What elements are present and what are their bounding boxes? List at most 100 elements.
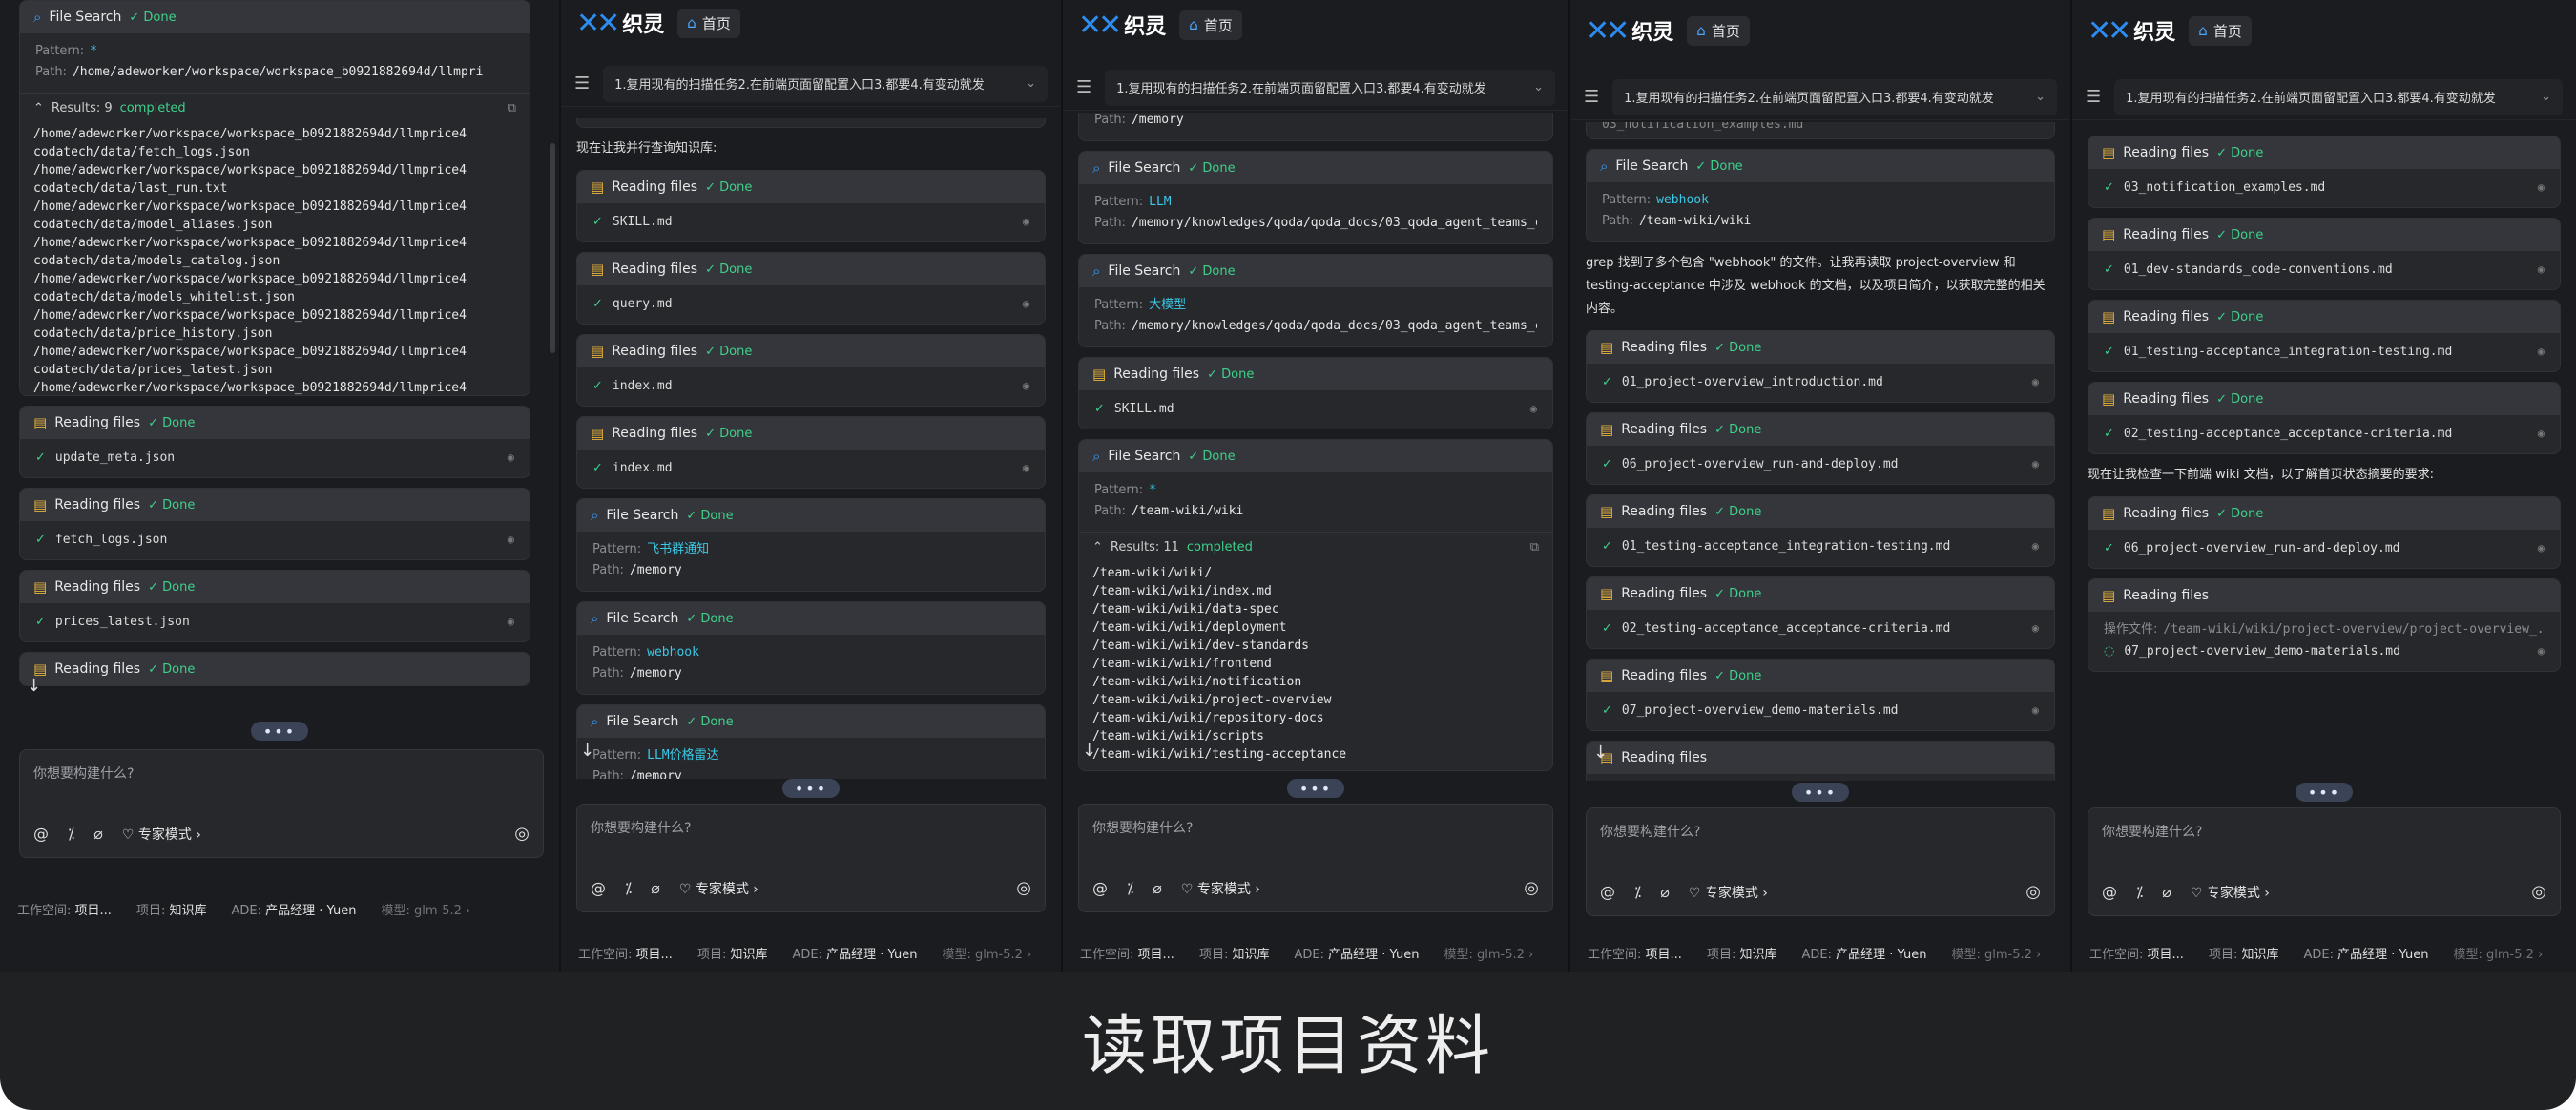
magic-icon[interactable]: ⁒ (1127, 879, 1133, 897)
magic-icon[interactable]: ⁒ (68, 825, 74, 843)
attach-icon[interactable]: ⌀ (1660, 883, 1670, 901)
file-search-card[interactable]: ⌕ File Search ✓ Done Pattern: webhook Path:/t… (1586, 149, 2055, 242)
reading-files-card[interactable]: ▤ Reading files ✓ Done ✓ fetch_logs.json ◉ (19, 488, 530, 560)
eye-icon[interactable]: ◉ (2032, 375, 2039, 388)
at-icon[interactable]: @ (1600, 883, 1615, 901)
expert-mode-button[interactable]: ♡ 专家模式 › (2191, 883, 2270, 902)
expert-mode-button[interactable]: ♡ 专家模式 › (1689, 883, 1768, 902)
eye-icon[interactable]: ◉ (508, 450, 514, 464)
file-search-card[interactable]: ⌕ File Search ✓ Done Pattern: LLM价格雷达 Path:/m… (576, 704, 1046, 779)
eye-icon[interactable]: ◉ (508, 533, 514, 546)
chat-input[interactable]: 你想要构建什么? @ ⁒ ⌀ ♡ 专家模式 › ◎ (576, 804, 1046, 912)
magic-icon[interactable]: ⁒ (1634, 883, 1641, 901)
send-icon[interactable]: ◎ (1524, 878, 1539, 898)
attach-icon[interactable]: ⌀ (2162, 883, 2171, 901)
more-dots[interactable]: ••• (251, 722, 308, 741)
eye-icon[interactable]: ◉ (2032, 703, 2039, 717)
more-dots[interactable]: ••• (782, 779, 840, 798)
reading-files-card[interactable]: ▤ Reading files ✓ Done (19, 652, 530, 686)
chat-input[interactable]: 你想要构建什么? @ ⁒ ⌀ ♡ 专家模式 › ◎ (2088, 807, 2561, 916)
chat-input[interactable]: 你想要构建什么? @ ⁒ ⌀ ♡ 专家模式 › ◎ (19, 749, 544, 858)
reading-files-card[interactable]: ▤ Reading files ✓ Done ✓ 01_testing-acceptan… (2088, 300, 2561, 372)
reading-files-card[interactable]: ▤ Reading files ✓ Done ✓ 01_dev-standards_co… (2088, 218, 2561, 290)
reading-files-card[interactable]: ▤ Reading files ✓ Done ✓ 03_notification_exa… (2088, 136, 2561, 208)
eye-icon[interactable]: ◉ (1530, 402, 1537, 415)
results-header[interactable]: ⌃ Results: 9 completed ⧉ (20, 93, 530, 123)
scroll-down-icon[interactable]: ↓ (27, 676, 41, 696)
reading-files-card[interactable]: ▤ Reading files ✓ Done ✓ 01_project-overview… (1586, 330, 2055, 403)
reading-files-card[interactable]: ▤ Reading files ✓ Done ✓ query.md ◉ (576, 252, 1046, 325)
attach-icon[interactable]: ⌀ (93, 825, 103, 843)
scroll-down-icon[interactable]: ↓ (1082, 741, 1096, 761)
eye-icon[interactable]: ◉ (2538, 427, 2545, 440)
reading-files-card[interactable]: ▤ Reading files ✓ Done ✓ SKILL.md ◉ (576, 170, 1046, 242)
reading-files-card[interactable]: ▤ Reading files ✓ Done ✓ 07_project-overview… (1586, 659, 2055, 731)
file-search-card[interactable]: ⌕ File Search ✓ Done Pattern: 飞书群通知 Path:/mem… (576, 498, 1046, 592)
eye-icon[interactable]: ◉ (2538, 541, 2545, 555)
home-tab[interactable]: ⌂ 首页 (1687, 15, 1750, 46)
reading-files-card[interactable]: ▤ Reading files ✓ Done ✓ 06_project-overview… (1586, 412, 2055, 485)
expert-mode-button[interactable]: ♡ 专家模式 › (1181, 879, 1260, 898)
reading-files-card[interactable]: ▤ Reading files ✓ Done ✓ 06_project-overview… (2088, 496, 2561, 569)
home-tab[interactable]: ⌂ 首页 (2189, 15, 2252, 46)
reading-files-card[interactable]: ▤ Reading files ✓ Done ✓ index.md ◉ (576, 416, 1046, 489)
reading-files-card[interactable]: ▤ Reading files ✓ Done ✓ prices_latest.json ◉ (19, 570, 530, 642)
copy-icon[interactable]: ⧉ (1530, 540, 1539, 555)
file-search-card[interactable]: ⌕ File Search ✓ Done Pattern: * Path:/home/… (19, 0, 530, 396)
send-icon[interactable]: ◎ (514, 824, 530, 844)
attach-icon[interactable]: ⌀ (1153, 879, 1162, 897)
reading-files-card[interactable]: ▤ Reading files ✓ Done ✓ index.md ◉ (576, 334, 1046, 407)
scrollbar[interactable] (550, 143, 555, 353)
send-icon[interactable]: ◎ (1016, 878, 1031, 898)
at-icon[interactable]: @ (591, 879, 606, 897)
send-icon[interactable]: ◎ (2025, 882, 2041, 902)
task-selector[interactable]: 1.复用现有的扫描任务2.在前端页面留配置入口3.都要4.有变动就发 ⌄ (1612, 78, 2057, 115)
more-dots[interactable]: ••• (1287, 779, 1344, 798)
home-tab[interactable]: ⌂ 首页 (677, 8, 740, 38)
reading-files-card[interactable]: ▤ Reading files 操作文件:/team-wiki/wiki/proje… (2088, 578, 2561, 672)
at-icon[interactable]: @ (2102, 883, 2117, 901)
attach-icon[interactable]: ⌀ (651, 879, 660, 897)
more-dots[interactable]: ••• (2296, 783, 2353, 802)
scroll-down-icon[interactable]: ↓ (1593, 743, 1608, 763)
file-search-card-cut[interactable]: Path:/memory (1078, 113, 1553, 141)
task-selector[interactable]: 1.复用现有的扫描任务2.在前端页面留配置入口3.都要4.有变动就发 ⌄ (2114, 78, 2563, 115)
scroll-down-icon[interactable]: ↓ (580, 741, 594, 761)
magic-icon[interactable]: ⁒ (625, 879, 632, 897)
expert-mode-button[interactable]: ♡ 专家模式 › (679, 879, 758, 898)
reading-files-card[interactable]: ▤ Reading files ✓ Done ✓ 01_testing-acceptan… (1586, 494, 2055, 567)
eye-icon[interactable]: ◉ (2032, 621, 2039, 635)
chat-input[interactable]: 你想要构建什么? @ ⁒ ⌀ ♡ 专家模式 › ◎ (1586, 807, 2055, 916)
eye-icon[interactable]: ◉ (2538, 262, 2545, 276)
results-header[interactable]: ⌃ Results: 11 completed ⧉ (1079, 532, 1552, 562)
eye-icon[interactable]: ◉ (2538, 644, 2545, 658)
chat-input[interactable]: 你想要构建什么? @ ⁒ ⌀ ♡ 专家模式 › ◎ (1078, 804, 1553, 912)
menu-icon[interactable]: ☰ (1584, 87, 1599, 107)
eye-icon[interactable]: ◉ (1023, 215, 1029, 228)
file-search-card[interactable]: ⌕ File Search ✓ Done Pattern: * Path:/team-w… (1078, 439, 1553, 771)
reading-files-card[interactable]: ▤Reading files操作文件:/team-wiki/wiki/dev-s… (1586, 741, 2055, 781)
eye-icon[interactable]: ◉ (2538, 345, 2545, 358)
eye-icon[interactable]: ◉ (1023, 461, 1029, 474)
eye-icon[interactable]: ◉ (2032, 457, 2039, 471)
reading-files-card[interactable]: ▤ Reading files ✓ Done ✓ update_meta.json ◉ (19, 406, 530, 478)
expert-mode-button[interactable]: ♡ 专家模式 › (122, 825, 201, 844)
menu-icon[interactable]: ☰ (1076, 77, 1091, 97)
magic-icon[interactable]: ⁒ (2136, 883, 2143, 901)
home-tab[interactable]: ⌂ 首页 (1179, 10, 1242, 40)
reading-files-card[interactable]: ▤ Reading files ✓ Done ✓ SKILL.md ◉ (1078, 357, 1553, 429)
eye-icon[interactable]: ◉ (1023, 297, 1029, 310)
copy-icon[interactable]: ⧉ (508, 101, 516, 115)
eye-icon[interactable]: ◉ (2538, 180, 2545, 194)
menu-icon[interactable]: ☰ (2086, 87, 2101, 107)
eye-icon[interactable]: ◉ (1023, 379, 1029, 392)
send-icon[interactable]: ◎ (2531, 882, 2546, 902)
file-search-card[interactable]: ⌕ File Search ✓ Done Pattern: LLM Path:/memo… (1078, 151, 1553, 244)
more-dots[interactable]: ••• (1792, 783, 1849, 802)
task-selector[interactable]: 1.复用现有的扫描任务2.在前端页面留配置入口3.都要4.有变动就发 ⌄ (603, 65, 1048, 102)
at-icon[interactable]: @ (33, 825, 49, 843)
reading-files-card[interactable]: ▤ Reading files ✓ Done ✓ 02_testing-acceptan… (2088, 382, 2561, 454)
task-selector[interactable]: 1.复用现有的扫描任务2.在前端页面留配置入口3.都要4.有变动就发 ⌄ (1105, 69, 1555, 106)
file-search-card[interactable]: ⌕ File Search ✓ Done Pattern: webhook Path:/m… (576, 601, 1046, 695)
at-icon[interactable]: @ (1092, 879, 1108, 897)
